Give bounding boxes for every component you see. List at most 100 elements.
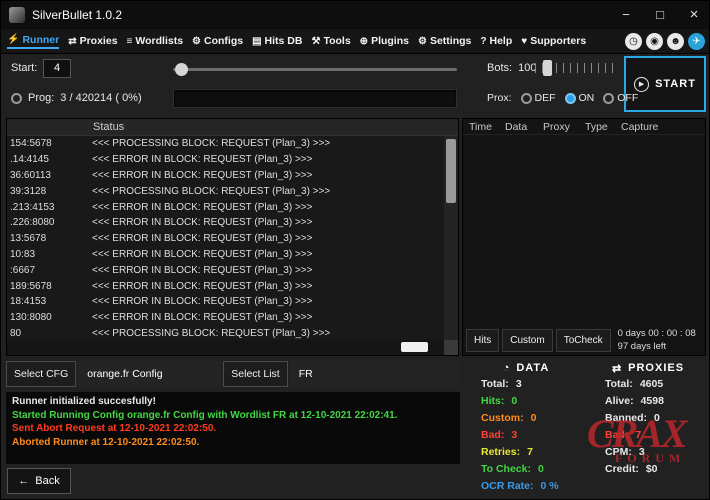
results-column-header[interactable]: Type (585, 121, 621, 133)
data-pie-icon: ◔ (502, 362, 511, 374)
status-column-header[interactable]: Status (7, 119, 458, 136)
nav-item-label: Settings (429, 35, 472, 47)
runner-console: Runner initialized succesfully! Started … (6, 392, 460, 464)
results-tab[interactable]: ToCheck (555, 328, 611, 352)
back-button[interactable]: ← Back (7, 468, 71, 494)
bots-slider[interactable] (535, 59, 619, 77)
nav-item[interactable]: ⚙ Configs (192, 35, 243, 47)
prox-option-label: DEF (534, 92, 556, 104)
log-row[interactable]: 80 <<< PROCESSING BLOCK: REQUEST (Plan_3… (7, 326, 444, 340)
horizontal-scrollbar-thumb[interactable] (401, 342, 428, 352)
stat-value: 0 (511, 395, 518, 407)
telegram-icon[interactable]: ✈ (688, 32, 705, 50)
proxy-mode-row: Prox: DEF ON OFF (487, 92, 638, 104)
log-row[interactable]: 13:5678 <<< ERROR IN BLOCK: REQUEST (Pla… (7, 231, 444, 247)
nav-item[interactable]: ⚒ Tools (311, 35, 350, 47)
app-window: SilverBullet 1.0.2 − □ × ⚡ Runner ⇄ Prox… (0, 0, 710, 500)
nav-item[interactable]: ▤ Hits DB (252, 35, 302, 47)
stat-row: Banned: 0 (589, 410, 707, 427)
bots-label: Bots: (487, 62, 513, 74)
log-row[interactable]: 10:83 <<< ERROR IN BLOCK: REQUEST (Plan_… (7, 247, 444, 263)
bots-slider-thumb[interactable] (543, 60, 552, 76)
maximize-icon[interactable]: □ (643, 1, 677, 29)
nav-item-label: Tools (323, 35, 351, 47)
nav-item[interactable]: ⚡ Runner (7, 34, 60, 49)
console-line: Started Running Config orange.fr Config … (12, 409, 398, 421)
log-rows: 154:5678 <<< PROCESSING BLOCK: REQUEST (… (7, 136, 444, 340)
timer-block: 0 days 00 : 00 : 08 97 days left (618, 327, 696, 354)
supporters-icon: ♥ (521, 35, 528, 47)
nav-item[interactable]: ? Help (480, 35, 512, 47)
stat-label: Total: (481, 378, 509, 390)
proxies-stats-title: PROXIES (628, 362, 685, 374)
log-source: 13:5678 (10, 233, 47, 245)
nav-item[interactable]: ♥ Supporters (521, 35, 586, 47)
results-tab[interactable]: Hits (466, 328, 500, 352)
stat-label: Custom: (481, 412, 524, 424)
start-count-input[interactable]: 4 (43, 59, 71, 78)
log-source: 39:3128 (10, 185, 47, 197)
bots-value[interactable]: 100 (518, 62, 536, 74)
stat-value: 7 (635, 429, 642, 441)
log-row[interactable]: 130:8080 <<< ERROR IN BLOCK: REQUEST (Pl… (7, 310, 444, 326)
start-slider[interactable] (173, 62, 457, 76)
prox-option-label: OFF (617, 92, 639, 104)
progress-row: Prog: 3 / 420214 ( 0%) (11, 92, 142, 104)
camera-icon[interactable]: ◉ (646, 32, 663, 50)
stat-value: 0 (537, 463, 544, 475)
prox-radio-option[interactable]: DEF (520, 92, 556, 104)
plugins-icon: ⊕ (359, 35, 369, 47)
log-row[interactable]: 36:60113 <<< ERROR IN BLOCK: REQUEST (Pl… (7, 168, 444, 184)
log-row[interactable]: :6667 <<< ERROR IN BLOCK: REQUEST (Plan_… (7, 262, 444, 278)
results-column-header[interactable]: Data (505, 121, 543, 133)
progress-radio[interactable] (11, 92, 22, 104)
results-column-header[interactable]: Proxy (543, 121, 585, 133)
minimize-icon[interactable]: − (609, 1, 643, 29)
stat-row: To Check: 0 (465, 461, 587, 478)
nav-item[interactable]: ⊕ Plugins (360, 35, 409, 47)
prox-radio-option[interactable]: ON (564, 92, 594, 104)
stat-label: To Check: (481, 463, 531, 475)
log-source: :6667 (10, 264, 36, 276)
stat-label: Banned: (605, 412, 647, 424)
log-status: <<< ERROR IN BLOCK: REQUEST (Plan_3) >>> (92, 248, 313, 260)
results-tab[interactable]: Custom (502, 328, 553, 352)
log-row[interactable]: .14:4145 <<< ERROR IN BLOCK: REQUEST (Pl… (7, 152, 444, 168)
history-icon[interactable]: ◷ (625, 32, 642, 50)
stat-label: Credit: (605, 463, 639, 475)
nav-item-label: Proxies (79, 35, 118, 47)
log-row[interactable]: 154:5678 <<< PROCESSING BLOCK: REQUEST (… (7, 136, 444, 152)
log-status: <<< ERROR IN BLOCK: REQUEST (Plan_3) >>> (92, 217, 313, 229)
stat-label: Alive: (605, 395, 634, 407)
app-icon (9, 7, 25, 23)
select-list-button[interactable]: Select List (223, 361, 288, 387)
vertical-scrollbar[interactable] (444, 136, 458, 340)
nav-item[interactable]: ≡ Wordlists (127, 35, 184, 47)
stat-row: Retries: 7 (465, 444, 587, 461)
vertical-scrollbar-thumb[interactable] (446, 139, 456, 203)
log-row[interactable]: 18:4153 <<< ERROR IN BLOCK: REQUEST (Pla… (7, 294, 444, 310)
log-row[interactable]: 39:3128 <<< PROCESSING BLOCK: REQUEST (P… (7, 183, 444, 199)
results-column-header[interactable]: Capture (621, 121, 673, 133)
stat-label: Bad: (481, 429, 505, 441)
stat-row: Alive: 4598 (589, 393, 707, 410)
stat-value: $0 (645, 463, 658, 475)
log-row[interactable]: .226:8080 <<< ERROR IN BLOCK: REQUEST (P… (7, 215, 444, 231)
results-footer: Hits Custom ToCheck 0 days 00 : 00 : 08 97… (463, 325, 705, 355)
nav-item[interactable]: ⚙ Settings (418, 35, 471, 47)
wordlists-icon: ≡ (126, 35, 133, 47)
nav-item[interactable]: ⇄ Proxies (68, 35, 117, 47)
stat-value: 3 (515, 378, 522, 390)
results-column-header[interactable]: Time (469, 121, 505, 133)
select-cfg-button[interactable]: Select CFG (6, 361, 77, 387)
horizontal-scrollbar[interactable] (7, 340, 444, 355)
log-row[interactable]: 189:5678 <<< ERROR IN BLOCK: REQUEST (Pl… (7, 278, 444, 294)
start-slider-thumb[interactable] (175, 63, 188, 76)
discord-icon[interactable]: ☻ (667, 32, 684, 50)
log-row[interactable]: .213:4153 <<< ERROR IN BLOCK: REQUEST (P… (7, 199, 444, 215)
stat-row: OCR Rate: 0 % (465, 478, 587, 495)
stat-label: Retries: (481, 446, 521, 458)
close-icon[interactable]: × (677, 1, 709, 29)
stat-row: CPM: 3 (589, 444, 707, 461)
prox-radio-option[interactable]: OFF (603, 92, 638, 104)
